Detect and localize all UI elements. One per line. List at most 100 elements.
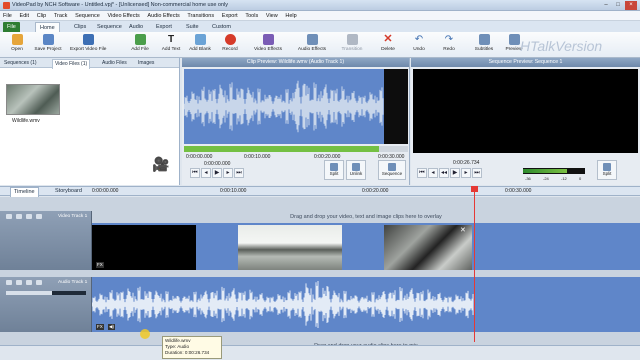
camera-icon: 🎥 bbox=[152, 156, 170, 172]
tab-custom[interactable]: Custom bbox=[208, 22, 235, 32]
open-button[interactable]: Open bbox=[3, 34, 31, 56]
undo-icon: ↶ bbox=[414, 34, 424, 45]
audio-volume-fill bbox=[6, 291, 52, 295]
record-button[interactable]: Record bbox=[216, 34, 244, 56]
audio-lock-icon[interactable] bbox=[6, 280, 12, 285]
maximize-icon[interactable]: □ bbox=[612, 1, 624, 10]
tab-audio-files[interactable]: Audio Files bbox=[100, 59, 129, 68]
menu-track[interactable]: Track bbox=[51, 11, 71, 21]
seq-step-forward-icon[interactable]: ▸ bbox=[461, 168, 471, 178]
audio-track-lane[interactable]: FX ◀) bbox=[92, 277, 640, 332]
step-forward-icon[interactable]: ▸ bbox=[223, 168, 233, 178]
tab-sequence[interactable]: Sequence bbox=[93, 22, 126, 32]
seq-split-icon bbox=[603, 163, 611, 171]
redo-button[interactable]: ↷ Redo bbox=[435, 34, 463, 56]
tooltip-duration: Duration: 0:00:26.734 bbox=[165, 350, 210, 355]
seq-play-icon[interactable]: ▶ bbox=[450, 168, 460, 178]
export-video-button[interactable]: Export Video File bbox=[70, 34, 106, 56]
video-clip-2[interactable] bbox=[238, 225, 342, 270]
audio-mute-icon[interactable] bbox=[16, 280, 22, 285]
add-file-button[interactable]: Add File bbox=[126, 34, 154, 56]
audio-volume-slider[interactable] bbox=[6, 291, 86, 295]
delete-icon: ✕ bbox=[383, 33, 393, 45]
skip-end-icon[interactable]: ⏭ bbox=[234, 168, 244, 178]
sequence-transport: ⏮ ◂ ◂◂ ▶ ▸ ⏭ bbox=[417, 168, 483, 180]
menu-export[interactable]: Export bbox=[219, 11, 241, 21]
menu-file[interactable]: File bbox=[0, 11, 15, 21]
tab-storyboard[interactable]: Storyboard bbox=[52, 187, 85, 196]
text-icon: T bbox=[167, 34, 175, 45]
undo-button[interactable]: ↶ Undo bbox=[405, 34, 433, 56]
timeline-header: Timeline Storyboard 0:00:00.000 0:00:10.… bbox=[0, 186, 640, 198]
track-lock-icon[interactable] bbox=[6, 214, 12, 219]
seq-skip-end-icon[interactable]: ⏭ bbox=[472, 168, 482, 178]
play-icon[interactable]: ▶ bbox=[212, 168, 222, 178]
media-bin: Sequences (1) Video Files (1) Audio File… bbox=[0, 58, 180, 185]
tab-clips[interactable]: Clips bbox=[70, 22, 90, 32]
menu-help[interactable]: Help bbox=[282, 11, 299, 21]
sequence-preview-title: Sequence Preview: Sequence 1 bbox=[411, 58, 640, 67]
step-back-icon[interactable]: ◂ bbox=[201, 168, 211, 178]
add-text-button[interactable]: T Add Text bbox=[157, 34, 185, 56]
menu-bar: File Edit Clip Track Sequence Video Effe… bbox=[0, 11, 640, 21]
menu-sequence[interactable]: Sequence bbox=[72, 11, 103, 21]
tab-images[interactable]: Images bbox=[136, 59, 156, 68]
transition-button[interactable]: Transition bbox=[338, 34, 366, 56]
menu-clip[interactable]: Clip bbox=[34, 11, 49, 21]
skip-start-icon[interactable]: ⏮ bbox=[190, 168, 200, 178]
subtitles-button[interactable]: Subtitles bbox=[470, 34, 498, 56]
vu-label-2: -12 bbox=[561, 176, 567, 181]
audio-more-icon[interactable] bbox=[36, 280, 42, 285]
seq-rewind-icon[interactable]: ◂◂ bbox=[439, 168, 449, 178]
video-clip-3[interactable] bbox=[384, 225, 472, 270]
menu-audio-effects[interactable]: Audio Effects bbox=[144, 11, 182, 21]
transition-icon bbox=[346, 34, 358, 45]
menu-tools[interactable]: Tools bbox=[242, 11, 261, 21]
audio-fx-badge[interactable]: FX bbox=[96, 324, 104, 330]
clip-close-icon[interactable]: ✕ bbox=[460, 226, 466, 234]
track-more-icon[interactable] bbox=[36, 214, 42, 219]
media-thumbnail[interactable] bbox=[6, 84, 60, 115]
playhead-line[interactable] bbox=[474, 186, 475, 342]
save-project-button[interactable]: Save Project bbox=[34, 34, 62, 56]
clip-fx-badge[interactable]: FX bbox=[96, 262, 104, 268]
clip-split-button[interactable]: Split bbox=[324, 160, 344, 180]
audio-effects-button[interactable]: Audio Effects bbox=[296, 34, 328, 56]
status-bar bbox=[0, 345, 640, 360]
video-clip-1[interactable]: FX bbox=[92, 225, 196, 270]
video-effects-button[interactable]: Video Effects bbox=[252, 34, 284, 56]
audio-speaker-icon[interactable]: ◀) bbox=[108, 324, 115, 330]
clip-progress-bar[interactable] bbox=[184, 146, 408, 152]
tab-video-files[interactable]: Video Files (1) bbox=[52, 59, 91, 69]
track-visible-icon[interactable] bbox=[16, 214, 22, 219]
track-fx-icon[interactable] bbox=[26, 214, 32, 219]
tab-export[interactable]: Export bbox=[152, 22, 176, 32]
menu-edit[interactable]: Edit bbox=[17, 11, 32, 21]
vu-label-1: -24 bbox=[543, 176, 549, 181]
delete-button[interactable]: ✕ Delete bbox=[374, 34, 402, 56]
menu-view[interactable]: View bbox=[263, 11, 281, 21]
tab-file[interactable]: File bbox=[3, 22, 20, 32]
close-icon[interactable]: × bbox=[625, 1, 637, 10]
video-track-lane[interactable]: Drag and drop your video, text and image… bbox=[92, 211, 640, 270]
clip-current-time: 0:00:00.000 bbox=[204, 161, 231, 167]
film-icon bbox=[82, 34, 94, 45]
audio-clip-waveform[interactable] bbox=[92, 277, 474, 332]
playhead-handle[interactable] bbox=[471, 186, 478, 192]
tab-sequences[interactable]: Sequences (1) bbox=[2, 59, 39, 68]
seq-step-back-icon[interactable]: ◂ bbox=[428, 168, 438, 178]
add-to-sequence-button[interactable]: Sequence bbox=[378, 160, 406, 180]
minimize-icon[interactable]: – bbox=[600, 1, 612, 10]
tab-home[interactable]: Home bbox=[35, 22, 60, 32]
menu-video-effects[interactable]: Video Effects bbox=[105, 11, 143, 21]
menu-transitions[interactable]: Transitions bbox=[184, 11, 217, 21]
audio-solo-icon[interactable] bbox=[26, 280, 32, 285]
tab-suite[interactable]: Suite bbox=[182, 22, 203, 32]
seq-split-button[interactable]: Split bbox=[597, 160, 617, 180]
seq-skip-start-icon[interactable]: ⏮ bbox=[417, 168, 427, 178]
add-blank-button[interactable]: Add Blank bbox=[186, 34, 214, 56]
unlink-button[interactable]: Unlink bbox=[346, 160, 366, 180]
tab-audio[interactable]: Audio bbox=[125, 22, 147, 32]
mouse-cursor-highlight bbox=[140, 329, 150, 339]
clip-time-label-1: 0:00:10.000 bbox=[244, 154, 271, 160]
